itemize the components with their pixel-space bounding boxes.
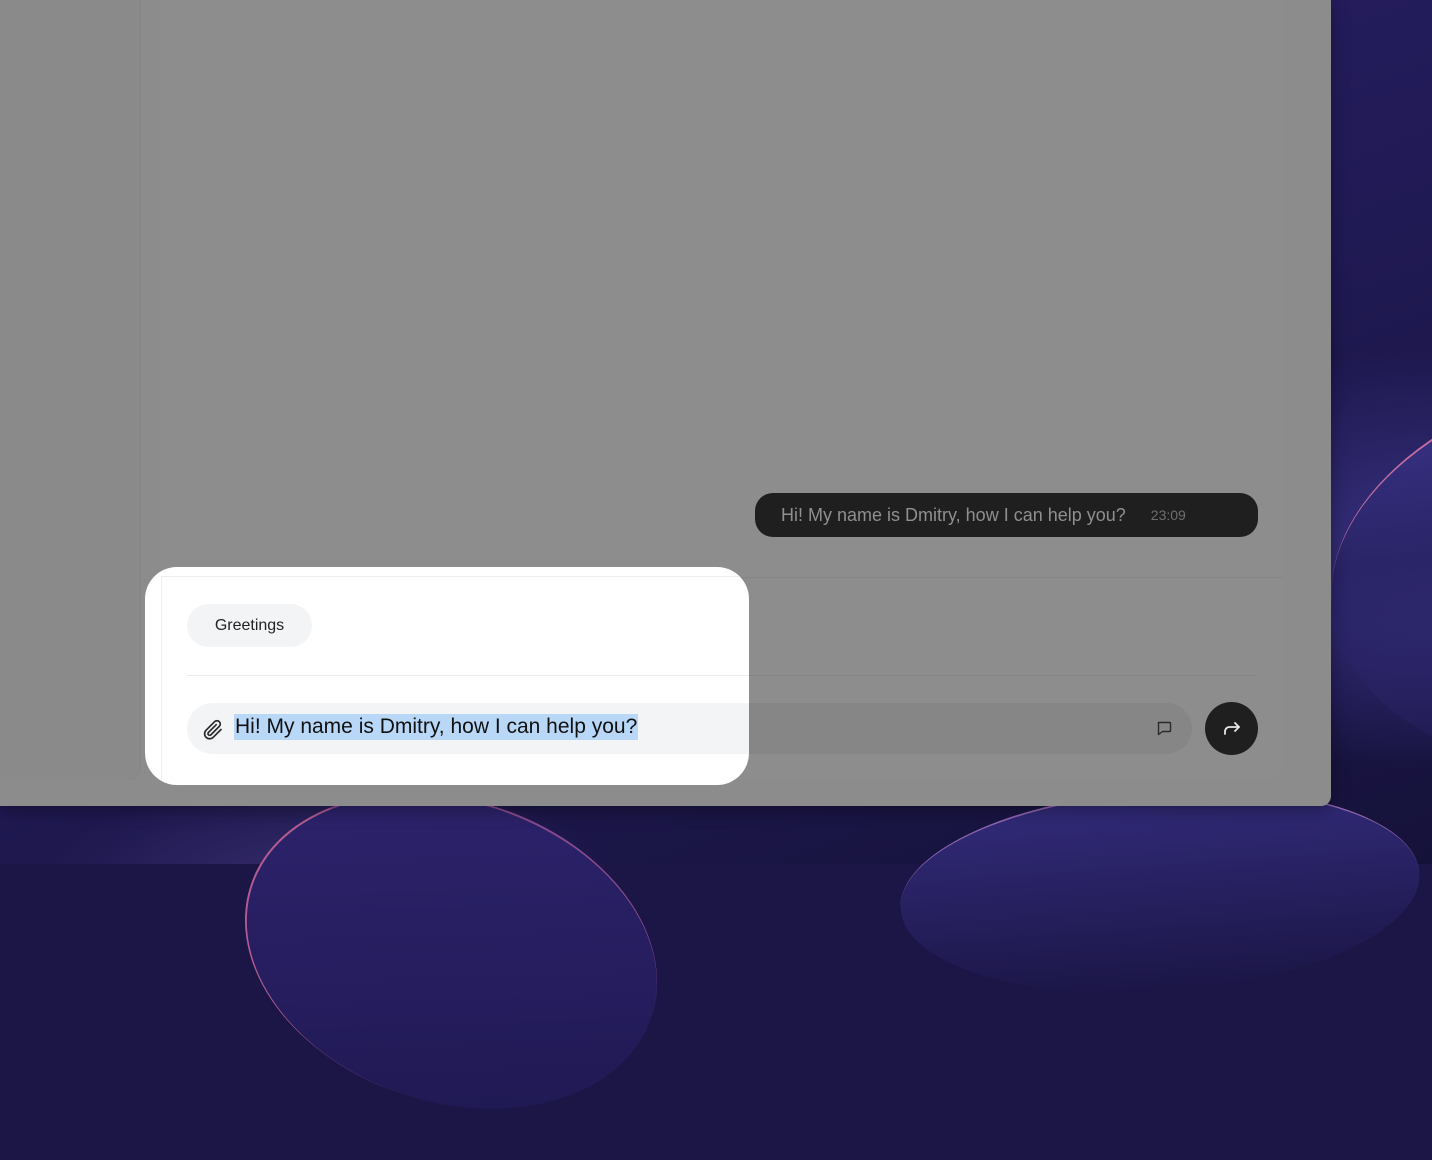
message-bubble: Hi! My name is Dmitry, how I can help yo…	[755, 493, 1258, 537]
forward-arrow-icon	[1223, 721, 1240, 735]
message-text: Hi! My name is Dmitry, how I can help yo…	[781, 504, 1126, 525]
quick-reply-chip[interactable]: Greetings	[187, 604, 312, 647]
paperclip-icon[interactable]	[201, 718, 225, 742]
input-text-selected[interactable]: Hi! My name is Dmitry, how I can help yo…	[234, 714, 639, 740]
composer-divider	[187, 675, 749, 676]
comment-icon[interactable]	[1155, 719, 1173, 737]
wallpaper-wave	[893, 772, 1427, 1010]
spotlight-card: Greetings Hi! My name is Dmitry, how I c…	[145, 567, 749, 785]
sidebar-panel	[0, 0, 140, 780]
send-button[interactable]	[1205, 702, 1258, 755]
message-time: 23:09	[1150, 507, 1186, 523]
